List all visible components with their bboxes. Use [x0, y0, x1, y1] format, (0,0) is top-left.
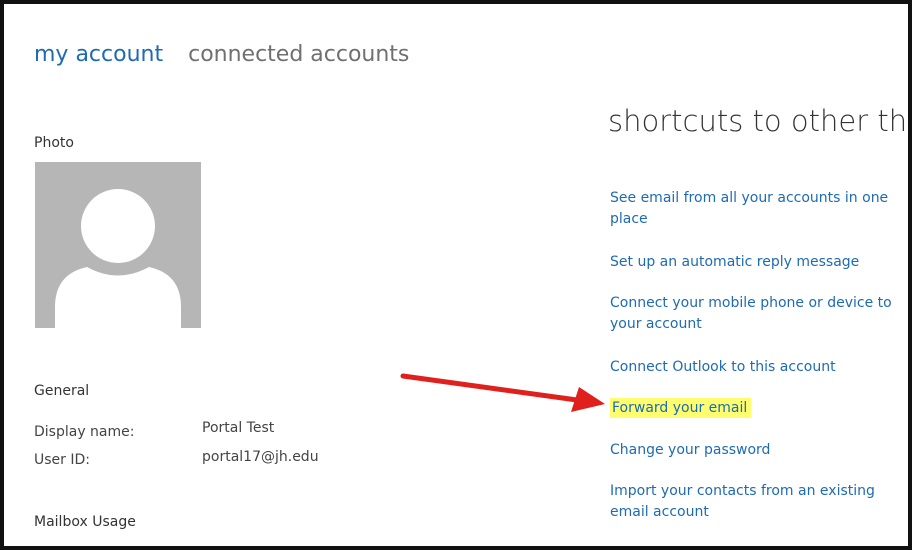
profile-photo[interactable] — [35, 162, 201, 328]
account-panel: my account connected accounts Photo Gene… — [0, 0, 912, 550]
tab-connected-accounts[interactable]: connected accounts — [188, 42, 409, 67]
shortcut-link-all-accounts[interactable]: See email from all your accounts in one … — [610, 188, 906, 230]
shortcut-link-import-contacts[interactable]: Import your contacts from an existing em… — [610, 481, 906, 523]
user-id-value: portal17@jh.edu — [202, 449, 319, 465]
tab-my-account[interactable]: my account — [34, 42, 163, 67]
forward-email-highlight[interactable]: Forward your email — [610, 398, 752, 418]
red-arrow-icon — [400, 373, 605, 412]
shortcut-link-mobile-device[interactable]: Connect your mobile phone or device to y… — [610, 293, 906, 335]
account-tabs: my account connected accounts — [34, 42, 409, 67]
mailbox-usage-heading: Mailbox Usage — [34, 514, 136, 530]
shortcut-link-forward-email[interactable]: Forward your email — [610, 398, 906, 419]
general-heading: General — [34, 383, 90, 399]
user-silhouette-icon — [55, 189, 181, 328]
shortcut-link-automatic-reply[interactable]: Set up an automatic reply message — [610, 252, 906, 273]
shortcuts-title: shortcuts to other thin.. — [608, 104, 912, 138]
photo-label: Photo — [34, 135, 74, 151]
display-name-value: Portal Test — [202, 420, 275, 436]
shortcut-link-change-password[interactable]: Change your password — [610, 440, 906, 461]
user-id-label: User ID: — [34, 452, 90, 468]
shortcut-link-connect-outlook[interactable]: Connect Outlook to this account — [610, 357, 906, 378]
display-name-label: Display name: — [34, 424, 135, 440]
